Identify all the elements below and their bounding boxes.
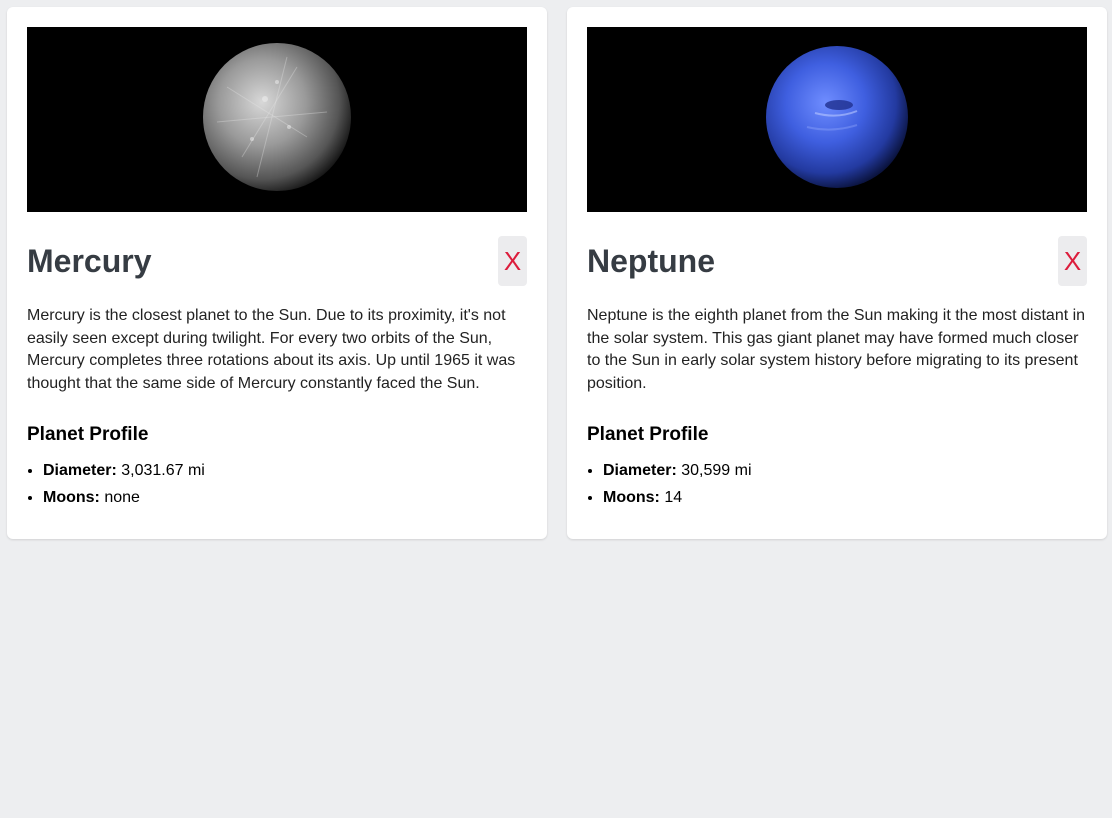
mercury-planet-graphic: [27, 27, 527, 212]
planet-title: Mercury: [27, 243, 152, 279]
neptune-header: Neptune X: [587, 236, 1087, 288]
stat-label: Moons:: [603, 489, 665, 506]
planet-description: Mercury is the closest planet to the Sun…: [27, 307, 516, 392]
stat-value: 3,031.67 mi: [121, 462, 205, 479]
stat-diameter: Diameter: 3,031.67 mi: [43, 457, 527, 484]
planet-stats-list: Diameter: 3,031.67 mi Moons: none: [27, 457, 527, 511]
stat-label: Diameter:: [603, 462, 682, 479]
planet-title: Neptune: [587, 243, 715, 279]
mercury-header: Mercury X: [27, 236, 527, 288]
planet-description: Neptune is the eighth planet from the Su…: [587, 307, 1086, 392]
planet-profile-heading: Planet Profile: [587, 424, 709, 445]
close-button[interactable]: X: [1058, 236, 1087, 286]
planet-stats-list: Diameter: 30,599 mi Moons: 14: [587, 457, 1087, 511]
stat-label: Diameter:: [43, 462, 122, 479]
stat-moons: Moons: none: [43, 484, 527, 511]
stat-value: 14: [664, 489, 683, 506]
neptune-planet-image: [587, 27, 1087, 212]
neptune-planet-graphic: [587, 27, 1087, 212]
stat-moons: Moons: 14: [603, 484, 1087, 511]
stat-value: 30,599 mi: [681, 462, 752, 479]
planet-profile-heading: Planet Profile: [27, 424, 149, 445]
planet-card-neptune: Neptune X Neptune is the eighth planet f…: [567, 7, 1107, 539]
stat-label: Moons:: [43, 489, 105, 506]
stat-diameter: Diameter: 30,599 mi: [603, 457, 1087, 484]
close-button[interactable]: X: [498, 236, 527, 286]
planet-card-grid: Mercury X Mercury is the closest planet …: [0, 0, 1112, 818]
stat-value: none: [104, 489, 140, 506]
planet-card-mercury: Mercury X Mercury is the closest planet …: [7, 7, 547, 539]
mercury-planet-image: [27, 27, 527, 212]
